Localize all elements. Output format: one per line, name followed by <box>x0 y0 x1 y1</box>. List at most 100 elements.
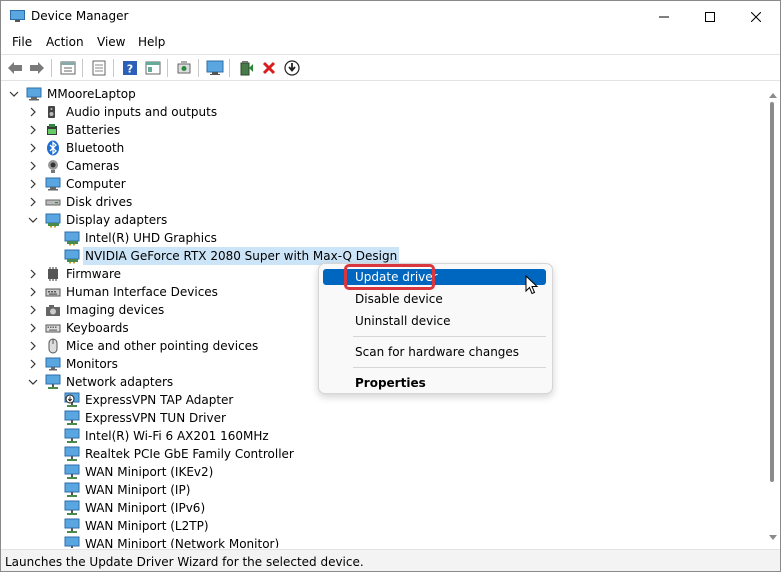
tree-row[interactable]: ExpressVPN TUN Driver <box>1 409 601 427</box>
chevron-right-icon[interactable] <box>28 193 38 211</box>
maximize-button[interactable] <box>687 1 733 32</box>
update-driver-button[interactable] <box>236 58 256 78</box>
download-button[interactable] <box>282 58 302 78</box>
chevron-right-icon[interactable] <box>28 103 38 121</box>
view-button[interactable] <box>143 58 163 78</box>
menu-item-properties[interactable]: Properties <box>323 375 546 391</box>
tree-row[interactable]: Disk drives <box>1 193 601 211</box>
network-icon <box>64 500 80 516</box>
chevron-right-icon[interactable] <box>28 157 38 175</box>
help-button[interactable]: ? <box>120 58 140 78</box>
tree-row[interactable]: Intel(R) UHD Graphics <box>1 229 601 247</box>
monitor-button[interactable] <box>205 58 225 78</box>
menu-item-label: Scan for hardware changes <box>355 345 520 359</box>
tree-row[interactable]: WAN Miniport (L2TP) <box>1 517 601 535</box>
keyboard-icon <box>45 320 61 336</box>
network-icon <box>45 374 61 390</box>
toolbar-separator <box>82 59 83 77</box>
tree-row-label: Audio inputs and outputs <box>66 105 218 119</box>
tree-row-label: WAN Miniport (IP) <box>85 483 191 497</box>
scan-hardware-icon <box>177 61 191 74</box>
tree-row-label: Keyboards <box>66 321 129 335</box>
menu-view[interactable]: View <box>97 35 125 49</box>
disk-icon <box>45 194 61 210</box>
tree-row-label: Human Interface Devices <box>66 285 218 299</box>
tree-row[interactable]: WAN Miniport (Network Monitor) <box>1 535 601 548</box>
tree-row-label: Batteries <box>66 123 121 137</box>
back-arrow-icon <box>8 62 22 74</box>
properties-button[interactable] <box>58 58 78 78</box>
tree-row[interactable]: WAN Miniport (IPv6) <box>1 499 601 517</box>
chevron-down-icon[interactable] <box>28 373 38 391</box>
chevron-right-icon[interactable] <box>28 283 38 301</box>
update-driver-icon <box>240 61 253 76</box>
back-button[interactable] <box>5 58 25 78</box>
scroll-up-icon[interactable] <box>769 87 777 101</box>
tree-row-label: WAN Miniport (IPv6) <box>85 501 206 515</box>
tree-row[interactable]: Cameras <box>1 157 601 175</box>
chevron-right-icon[interactable] <box>28 337 38 355</box>
tree-row[interactable]: Realtek PCIe GbE Family Controller <box>1 445 601 463</box>
chevron-right-icon[interactable] <box>28 301 38 319</box>
chevron-right-icon[interactable] <box>28 265 38 283</box>
window-title: Device Manager <box>31 9 129 23</box>
scroll-down-icon[interactable] <box>769 529 777 543</box>
chevron-down-icon[interactable] <box>9 85 19 103</box>
tree-row-label: WAN Miniport (IKEv2) <box>85 465 214 479</box>
menu-file[interactable]: File <box>12 35 32 49</box>
toolbar-separator <box>198 59 199 77</box>
view-icon <box>145 61 161 75</box>
help-icon: ? <box>123 61 137 76</box>
document-icon <box>92 60 106 76</box>
tree-row[interactable]: Intel(R) Wi-Fi 6 AX201 160MHz <box>1 427 601 445</box>
status-bar: Launches the Update Driver Wizard for th… <box>1 549 780 571</box>
network-icon <box>64 464 80 480</box>
tree-row-label: Bluetooth <box>66 141 125 155</box>
menu-item-uninstall-device[interactable]: Uninstall device <box>323 313 546 329</box>
chevron-right-icon[interactable] <box>28 175 38 193</box>
maximize-icon <box>705 11 715 22</box>
tree-row[interactable]: Bluetooth <box>1 139 601 157</box>
tree-row[interactable]: Batteries <box>1 121 601 139</box>
tree-row[interactable]: WAN Miniport (IKEv2) <box>1 463 601 481</box>
tree-row-label: Monitors <box>66 357 118 371</box>
tree-root[interactable]: MMooreLaptop <box>1 85 361 103</box>
menu-action[interactable]: Action <box>46 35 84 49</box>
menu-item-disable-device[interactable]: Disable device <box>323 291 546 307</box>
computer-icon <box>45 176 61 192</box>
hid-icon <box>45 284 61 300</box>
close-button[interactable] <box>733 1 779 32</box>
document-button[interactable] <box>89 58 109 78</box>
chevron-right-icon[interactable] <box>28 121 38 139</box>
battery-icon <box>45 122 61 138</box>
chevron-right-icon[interactable] <box>28 355 38 373</box>
tree-row-label: Display adapters <box>66 213 168 227</box>
minimize-button[interactable] <box>641 1 687 32</box>
network-icon <box>64 518 80 534</box>
menu-help[interactable]: Help <box>138 35 165 49</box>
scan-hardware-button[interactable] <box>174 58 194 78</box>
monitor-icon <box>45 356 61 372</box>
scrollbar-thumb[interactable] <box>770 102 774 482</box>
chevron-right-icon[interactable] <box>28 319 38 337</box>
tree-row[interactable]: Computer <box>1 175 601 193</box>
tree-row[interactable]: Audio inputs and outputs <box>1 103 601 121</box>
chevron-down-icon[interactable] <box>28 211 38 229</box>
network-icon <box>64 446 80 462</box>
title-bar[interactable]: Device Manager <box>1 1 780 32</box>
tree-row[interactable]: Display adapters <box>1 211 601 229</box>
tree-row-label: Network adapters <box>66 375 174 389</box>
toolbar-separator <box>51 59 52 77</box>
minimize-icon <box>659 16 669 17</box>
chevron-right-icon[interactable] <box>28 139 38 157</box>
tree-row-label: ExpressVPN TAP Adapter <box>85 393 234 407</box>
tree-row[interactable]: WAN Miniport (IP) <box>1 481 601 499</box>
menu-separator <box>353 367 546 368</box>
camera-icon <box>45 158 61 174</box>
vertical-scrollbar[interactable] <box>766 82 780 548</box>
mouse-cursor-icon <box>525 274 539 298</box>
forward-button[interactable] <box>27 58 47 78</box>
uninstall-button[interactable] <box>259 58 279 78</box>
imaging-icon <box>45 302 61 318</box>
menu-item-scan-hardware[interactable]: Scan for hardware changes <box>323 344 546 360</box>
